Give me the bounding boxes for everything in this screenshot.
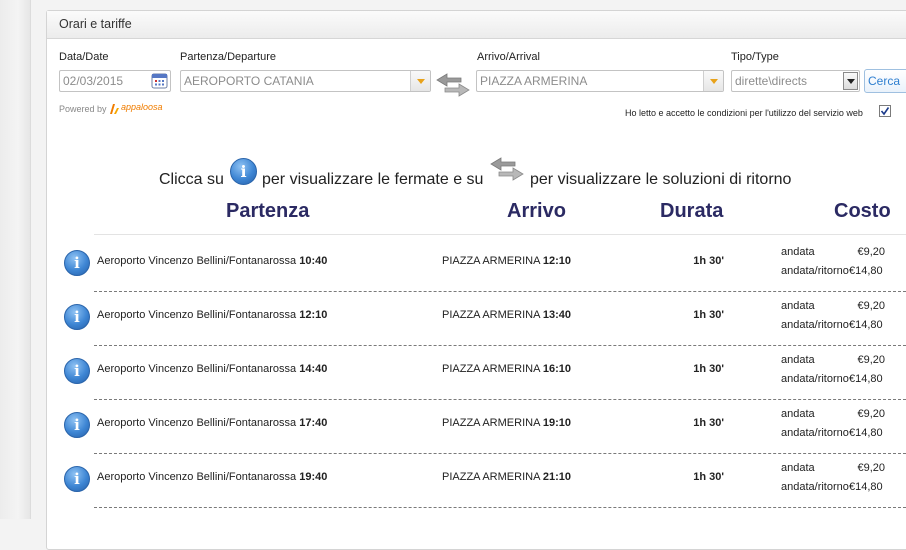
info-icon[interactable]: i [64,304,90,330]
departure-time: 10:40 [299,255,328,267]
table-row: i Aeroporto Vincenzo Bellini/Fontanaross… [60,346,906,400]
fare-oneway: €9,20 [857,300,885,312]
fare-label-return: andata/ritorno [781,373,849,385]
info-icon[interactable]: i [64,358,90,384]
terms-text: Ho letto e accetto le condizioni per l'u… [625,108,863,118]
arrival-time: 12:10 [542,255,572,267]
departure-time: 12:10 [299,309,328,321]
duration: 1h 30' [693,417,724,429]
type-select[interactable]: dirette\directs [731,70,860,92]
departure-place: Aeroporto Vincenzo Bellini/Fontanarossa [97,309,297,321]
arrival-place: PIAZZA ARMERINA [442,363,540,375]
fare-label-return: andata/ritorno [781,265,849,277]
logo-text: appaloosa [121,102,163,112]
info-line-part2: per visualizzare le fermate e su [262,171,484,188]
row-separator [94,507,906,508]
departure-value: AEROPORTO CATANIA [184,74,314,88]
date-input[interactable]: 02/03/2015 [59,70,171,92]
fare-oneway: €9,20 [857,408,885,420]
departure-time: 17:40 [299,417,328,429]
chevron-down-icon[interactable] [703,71,723,91]
departure-time: 19:40 [299,471,328,483]
type-label: Tipo/Type [731,51,779,63]
fare-oneway: €9,20 [857,246,885,258]
arrival-time: 19:10 [542,417,572,429]
fare-return: €14,80 [849,265,883,277]
fare-label-return: andata/ritorno [781,319,849,331]
table-row: i Aeroporto Vincenzo Bellini/Fontanaross… [60,292,906,346]
search-button[interactable]: Cerca [864,69,906,93]
info-icon[interactable]: i [64,412,90,438]
calendar-icon[interactable] [151,72,168,89]
column-header-duration: Durata [660,200,724,222]
departure-select[interactable]: AEROPORTO CATANIA [180,70,431,92]
info-icon[interactable]: i [64,466,90,492]
fare-label-oneway: andata [781,408,815,420]
duration: 1h 30' [693,363,724,375]
arrival-select[interactable]: PIAZZA ARMERINA [476,70,724,92]
swap-arrows-icon [489,156,525,182]
table-row: i Aeroporto Vincenzo Bellini/Fontanaross… [60,454,906,508]
panel-title: Orari e tariffe [47,11,906,39]
chevron-down-icon[interactable] [410,71,430,91]
powered-by-label: Powered by [59,104,107,114]
fare-label-oneway: andata [781,300,815,312]
arrival-time: 13:40 [542,309,572,321]
fare-label-oneway: andata [781,246,815,258]
info-line-part1: Clicca su [159,171,224,188]
fare-label-return: andata/ritorno [781,481,849,493]
fare-label-oneway: andata [781,462,815,474]
left-sidebar-strip [0,0,31,519]
fare-return: €14,80 [849,373,883,385]
departure-label: Partenza/Departure [180,51,276,63]
fare-label-return: andata/ritorno [781,427,849,439]
arrival-place: PIAZZA ARMERINA [442,309,540,321]
fare-label-oneway: andata [781,354,815,366]
departure-place: Aeroporto Vincenzo Bellini/Fontanarossa [97,255,297,267]
duration: 1h 30' [693,309,724,321]
table-row: i Aeroporto Vincenzo Bellini/Fontanaross… [60,400,906,454]
date-label: Data/Date [59,51,109,63]
arrival-value: PIAZZA ARMERINA [480,74,588,88]
arrival-place: PIAZZA ARMERINA [442,471,540,483]
departure-place: Aeroporto Vincenzo Bellini/Fontanarossa [97,363,297,375]
info-line-part3: per visualizzare le soluzioni di ritorno [530,171,792,188]
fare-return: €14,80 [849,481,883,493]
check-icon [880,107,890,116]
info-icon: i [230,158,257,185]
arrival-time: 16:10 [542,363,572,375]
departure-time: 14:40 [299,363,328,375]
swap-arrows-icon[interactable] [435,72,471,98]
duration: 1h 30' [693,471,724,483]
column-header-departure: Partenza [226,200,310,222]
fare-oneway: €9,20 [857,462,885,474]
fare-oneway: €9,20 [857,354,885,366]
appaloosa-logo: appaloosa [109,102,169,116]
header-divider [94,234,906,235]
type-value: dirette\directs [735,74,808,88]
column-header-cost: Costo [834,200,891,222]
date-value: 02/03/2015 [63,74,124,88]
arrival-place: PIAZZA ARMERINA [442,417,540,429]
arrival-time: 21:10 [542,471,572,483]
info-icon[interactable]: i [64,250,90,276]
departure-place: Aeroporto Vincenzo Bellini/Fontanarossa [97,417,297,429]
column-header-arrival: Arrivo [507,200,566,222]
chevron-down-icon[interactable] [843,72,858,90]
departure-place: Aeroporto Vincenzo Bellini/Fontanarossa [97,471,297,483]
table-row: i Aeroporto Vincenzo Bellini/Fontanaross… [60,238,906,292]
terms-checkbox[interactable] [879,105,891,117]
fare-return: €14,80 [849,427,883,439]
fare-return: €14,80 [849,319,883,331]
arrival-place: PIAZZA ARMERINA [442,255,540,267]
duration: 1h 30' [693,255,724,267]
arrival-label: Arrivo/Arrival [477,51,540,63]
